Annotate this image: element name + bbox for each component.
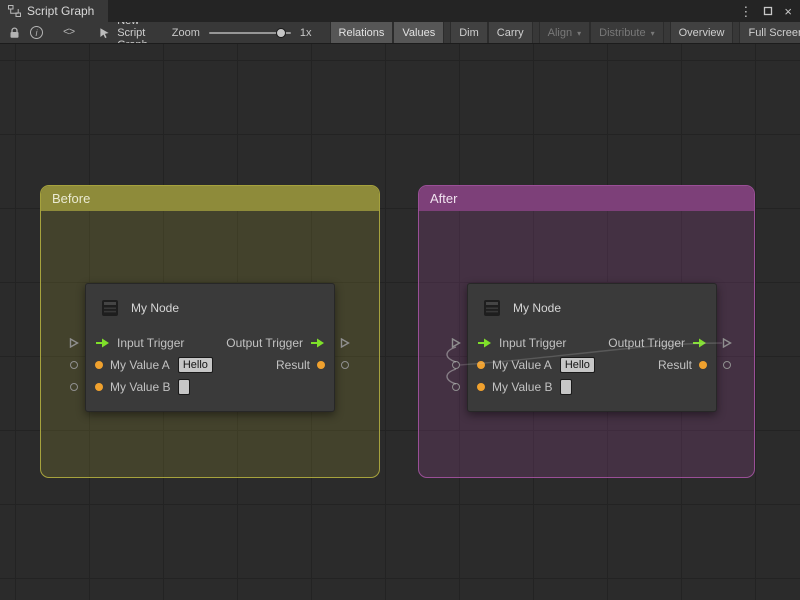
zoom-label: Zoom bbox=[172, 27, 200, 39]
node-header: My Node bbox=[468, 284, 716, 332]
value-b-port-row: My Value B bbox=[468, 376, 716, 398]
value-a-label: My Value A bbox=[492, 358, 552, 372]
outer-value-b-port[interactable] bbox=[451, 382, 461, 392]
output-trigger-label: Output Trigger bbox=[226, 336, 303, 350]
output-trigger-label: Output Trigger bbox=[608, 336, 685, 350]
toolbar-buttons: Relations Values Dim Carry Align▾ Distri… bbox=[330, 22, 800, 44]
lock-icon[interactable] bbox=[4, 22, 25, 44]
result-port-icon[interactable] bbox=[317, 361, 325, 369]
zoom-value: 1x bbox=[300, 27, 312, 39]
graph-name-label: New Script Graph bbox=[117, 22, 148, 44]
value-a-field[interactable]: Hello bbox=[560, 357, 595, 373]
value-a-port-row: My Value A Hello Result bbox=[468, 354, 716, 376]
graph-canvas[interactable]: Before After My Node Input Trigger bbox=[0, 44, 800, 600]
node-title: My Node bbox=[513, 301, 561, 315]
distribute-button[interactable]: Distribute▾ bbox=[590, 22, 663, 44]
restore-window-icon[interactable] bbox=[763, 5, 773, 18]
close-icon[interactable]: × bbox=[784, 5, 792, 18]
outer-output-trigger-port[interactable] bbox=[340, 338, 350, 348]
input-trigger-port-icon[interactable] bbox=[477, 338, 492, 348]
node-header: My Node bbox=[86, 284, 334, 332]
result-label: Result bbox=[658, 358, 692, 372]
value-a-port-icon[interactable] bbox=[477, 361, 485, 369]
dim-button[interactable]: Dim bbox=[450, 22, 488, 44]
outer-input-trigger-port[interactable] bbox=[69, 338, 79, 348]
chevron-down-icon: ▾ bbox=[577, 29, 581, 38]
value-a-label: My Value A bbox=[110, 358, 170, 372]
zoom-slider[interactable] bbox=[209, 27, 291, 38]
input-trigger-label: Input Trigger bbox=[499, 336, 566, 350]
outer-value-a-port[interactable] bbox=[451, 360, 461, 370]
graph-pointer-icon bbox=[99, 27, 110, 39]
overview-button[interactable]: Overview bbox=[670, 22, 734, 44]
output-trigger-port-icon[interactable] bbox=[692, 338, 707, 348]
group-before-header[interactable]: Before bbox=[41, 186, 379, 211]
align-button[interactable]: Align▾ bbox=[539, 22, 590, 44]
script-graph-icon bbox=[8, 5, 21, 17]
zoom-control: Zoom 1x bbox=[172, 27, 312, 39]
info-icon[interactable]: i bbox=[25, 22, 48, 44]
value-a-port-icon[interactable] bbox=[95, 361, 103, 369]
chevron-down-icon: ▾ bbox=[651, 29, 655, 38]
tab-label: Script Graph bbox=[27, 4, 94, 18]
values-button[interactable]: Values bbox=[393, 22, 444, 44]
outer-result-port[interactable] bbox=[722, 360, 732, 370]
window-controls: ⋮ × bbox=[735, 0, 796, 22]
relations-button[interactable]: Relations bbox=[330, 22, 394, 44]
outer-input-trigger-port[interactable] bbox=[451, 338, 461, 348]
input-trigger-port-icon[interactable] bbox=[95, 338, 110, 348]
value-b-port-icon[interactable] bbox=[477, 383, 485, 391]
value-b-field[interactable] bbox=[560, 379, 572, 395]
graph-breadcrumb: New Script Graph bbox=[99, 22, 148, 44]
tab-bar: Script Graph ⋮ × bbox=[0, 0, 800, 22]
input-trigger-label: Input Trigger bbox=[117, 336, 184, 350]
unit-icon bbox=[99, 297, 121, 319]
node-title: My Node bbox=[131, 301, 179, 315]
trigger-port-row: Input Trigger Output Trigger bbox=[468, 332, 716, 354]
result-label: Result bbox=[276, 358, 310, 372]
fullscreen-button[interactable]: Full Screen bbox=[739, 22, 800, 44]
value-b-label: My Value B bbox=[492, 380, 552, 394]
tab-script-graph[interactable]: Script Graph bbox=[0, 0, 108, 22]
visual-scripting-window: Script Graph ⋮ × i <> New Script Graph bbox=[0, 0, 800, 600]
value-b-field[interactable] bbox=[178, 379, 190, 395]
node-my-node-after[interactable]: My Node Input Trigger Output Trigger My … bbox=[467, 283, 717, 412]
value-b-port-icon[interactable] bbox=[95, 383, 103, 391]
group-after-header[interactable]: After bbox=[419, 186, 754, 211]
value-b-port-row: My Value B bbox=[86, 376, 334, 398]
group-after-label: After bbox=[430, 191, 457, 206]
trigger-port-row: Input Trigger Output Trigger bbox=[86, 332, 334, 354]
output-trigger-port-icon[interactable] bbox=[310, 338, 325, 348]
outer-result-port[interactable] bbox=[340, 360, 350, 370]
kebab-menu-icon[interactable]: ⋮ bbox=[739, 5, 752, 18]
zoom-slider-knob[interactable] bbox=[276, 28, 286, 38]
result-port-icon[interactable] bbox=[699, 361, 707, 369]
unit-icon bbox=[481, 297, 503, 319]
value-b-label: My Value B bbox=[110, 380, 170, 394]
group-before-label: Before bbox=[52, 191, 90, 206]
code-icon[interactable]: <> bbox=[58, 22, 79, 44]
node-my-node-before[interactable]: My Node Input Trigger Output Trigger My … bbox=[85, 283, 335, 412]
outer-output-trigger-port[interactable] bbox=[722, 338, 732, 348]
carry-button[interactable]: Carry bbox=[488, 22, 533, 44]
outer-value-b-port[interactable] bbox=[69, 382, 79, 392]
graph-toolbar: i <> New Script Graph Zoom 1x Relations … bbox=[0, 22, 800, 44]
outer-value-a-port[interactable] bbox=[69, 360, 79, 370]
value-a-field[interactable]: Hello bbox=[178, 357, 213, 373]
value-a-port-row: My Value A Hello Result bbox=[86, 354, 334, 376]
